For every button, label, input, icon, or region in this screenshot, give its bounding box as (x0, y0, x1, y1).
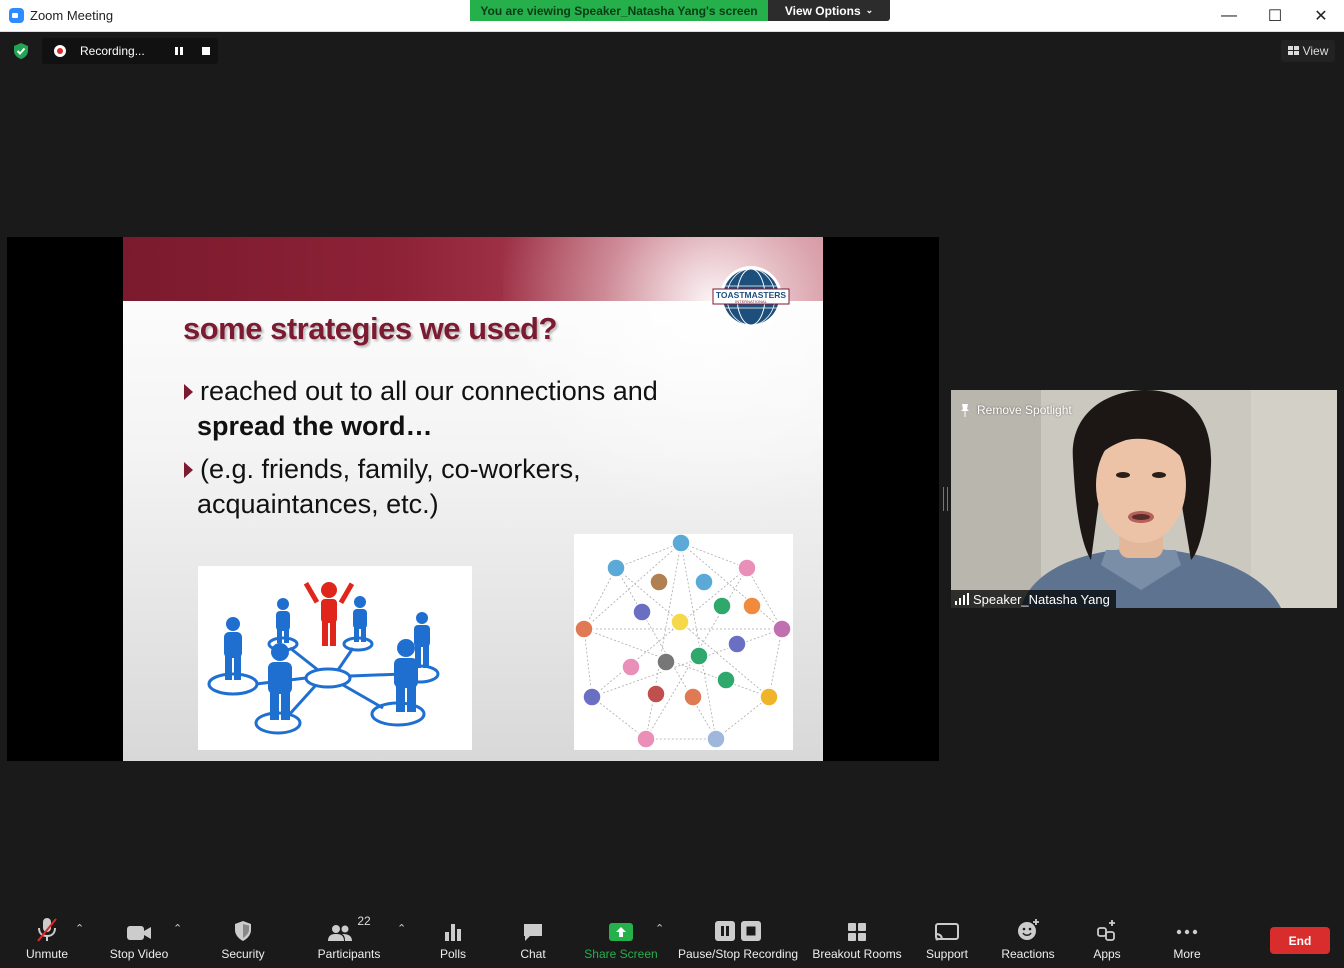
participants-label: Participants (317, 947, 381, 961)
participant-name: Speaker_Natasha Yang (973, 591, 1110, 607)
bullet-arrow-icon (184, 384, 193, 400)
share-screen-button[interactable]: Share Screen (584, 908, 658, 968)
breakout-rooms-button[interactable]: Breakout Rooms (812, 908, 902, 968)
participants-icon (328, 925, 353, 941)
zoom-app-icon (9, 8, 24, 23)
participants-options-caret-icon[interactable]: ⌃ (397, 922, 406, 935)
window-title: Zoom Meeting (30, 8, 114, 23)
security-shield-icon (235, 921, 251, 941)
presentation-slide: TOASTMASTERS INTERNATIONAL some strategi… (123, 237, 823, 761)
apps-button[interactable]: Apps (1084, 908, 1130, 968)
stop-recording-icon[interactable] (202, 47, 210, 55)
toastmasters-logo: TOASTMASTERS INTERNATIONAL (712, 266, 790, 328)
support-cast-icon (935, 923, 959, 941)
view-options-label: View Options (784, 3, 861, 18)
stop-video-label: Stop Video (109, 947, 169, 961)
grid-view-icon (1287, 46, 1299, 55)
end-meeting-button[interactable]: End (1270, 927, 1330, 954)
polls-label: Polls (439, 947, 466, 961)
reactions-smiley-icon (1018, 919, 1039, 940)
panel-resize-handle[interactable] (943, 487, 948, 511)
recording-status: Recording... (80, 44, 145, 58)
people-network-image (198, 566, 472, 750)
pause-stop-recording-label: Pause/Stop Recording (677, 947, 799, 961)
pause-icon (715, 921, 735, 941)
bullet-2-line-2: acquaintances, etc.) (197, 489, 439, 519)
polls-button[interactable]: Polls (430, 908, 476, 968)
viewing-screen-banner: You are viewing Speaker_Natasha Yang's s… (470, 0, 768, 21)
bullet-1-line-2: spread the word… (197, 411, 433, 441)
unmute-button[interactable]: Unmute (20, 908, 74, 968)
more-button[interactable]: More (1164, 908, 1210, 968)
slide-title: some strategies we used? (183, 311, 557, 346)
stop-video-button[interactable]: Stop Video (106, 908, 172, 968)
video-options-caret-icon[interactable]: ⌃ (173, 922, 182, 935)
chat-label: Chat (520, 947, 546, 961)
participants-button[interactable]: 22 Participants (312, 908, 386, 968)
social-network-image (574, 534, 793, 750)
pin-icon (961, 404, 969, 417)
security-label: Security (221, 947, 265, 961)
breakout-rooms-label: Breakout Rooms (812, 947, 902, 961)
chat-bubble-icon (524, 924, 542, 941)
chevron-down-icon: ⌄ (865, 5, 874, 15)
audio-options-caret-icon[interactable]: ⌃ (75, 922, 84, 935)
stop-icon (741, 921, 761, 941)
minimize-button[interactable]: — (1206, 0, 1252, 31)
more-dots-icon (1176, 929, 1198, 935)
apps-icon (1097, 920, 1115, 941)
participant-video-feed (951, 390, 1337, 608)
view-button[interactable]: View (1281, 40, 1335, 62)
close-button[interactable]: ✕ (1298, 0, 1344, 31)
participant-name-tag: Speaker_Natasha Yang (951, 590, 1116, 608)
chat-button[interactable]: Chat (510, 908, 556, 968)
support-label: Support (925, 947, 969, 961)
support-button[interactable]: Support (920, 908, 974, 968)
pause-stop-recording-button[interactable]: Pause/Stop Recording (678, 908, 798, 968)
logo-subtext: INTERNATIONAL (735, 299, 767, 304)
share-screen-icon (609, 923, 633, 941)
maximize-button[interactable]: ☐ (1252, 0, 1298, 31)
shield-check-icon[interactable] (12, 42, 30, 60)
recording-indicator: Recording... (42, 38, 218, 64)
participant-video-tile[interactable]: Remove Spotlight Speaker_Natasha Yang (951, 390, 1337, 608)
signal-strength-icon (955, 593, 969, 605)
muted-microphone-icon (37, 918, 57, 942)
meeting-toolbar: Unmute ⌃ Stop Video ⌃ Security 22 Partic… (0, 908, 1344, 968)
share-options-caret-icon[interactable]: ⌃ (655, 922, 664, 935)
unmute-label: Unmute (25, 947, 69, 961)
bullet-2: (e.g. friends, family, co-workers, acqua… (184, 452, 581, 522)
bullet-1-line-1: reached out to all our connections and (200, 376, 658, 406)
video-camera-icon (127, 926, 151, 940)
bullet-1: reached out to all our connections and s… (184, 374, 658, 444)
remove-spotlight-button[interactable]: Remove Spotlight (959, 400, 1072, 420)
bullet-2-line-1: (e.g. friends, family, co-workers, (200, 454, 581, 484)
reactions-label: Reactions (1001, 947, 1055, 961)
view-options-button[interactable]: View Options ⌄ (768, 0, 890, 21)
apps-label: Apps (1093, 947, 1121, 961)
remove-spotlight-label: Remove Spotlight (977, 403, 1072, 417)
share-screen-label: Share Screen (584, 947, 658, 961)
reactions-button[interactable]: Reactions (998, 908, 1058, 968)
bullet-arrow-icon (184, 462, 193, 478)
shared-screen: TOASTMASTERS INTERNATIONAL some strategi… (7, 237, 939, 761)
security-button[interactable]: Security (216, 908, 270, 968)
record-icon (54, 45, 66, 57)
participants-count: 22 (357, 914, 371, 928)
more-label: More (1173, 947, 1201, 961)
polls-icon (445, 924, 461, 941)
breakout-rooms-icon (848, 923, 866, 941)
view-label: View (1302, 44, 1329, 58)
pause-recording-icon[interactable] (175, 47, 183, 55)
